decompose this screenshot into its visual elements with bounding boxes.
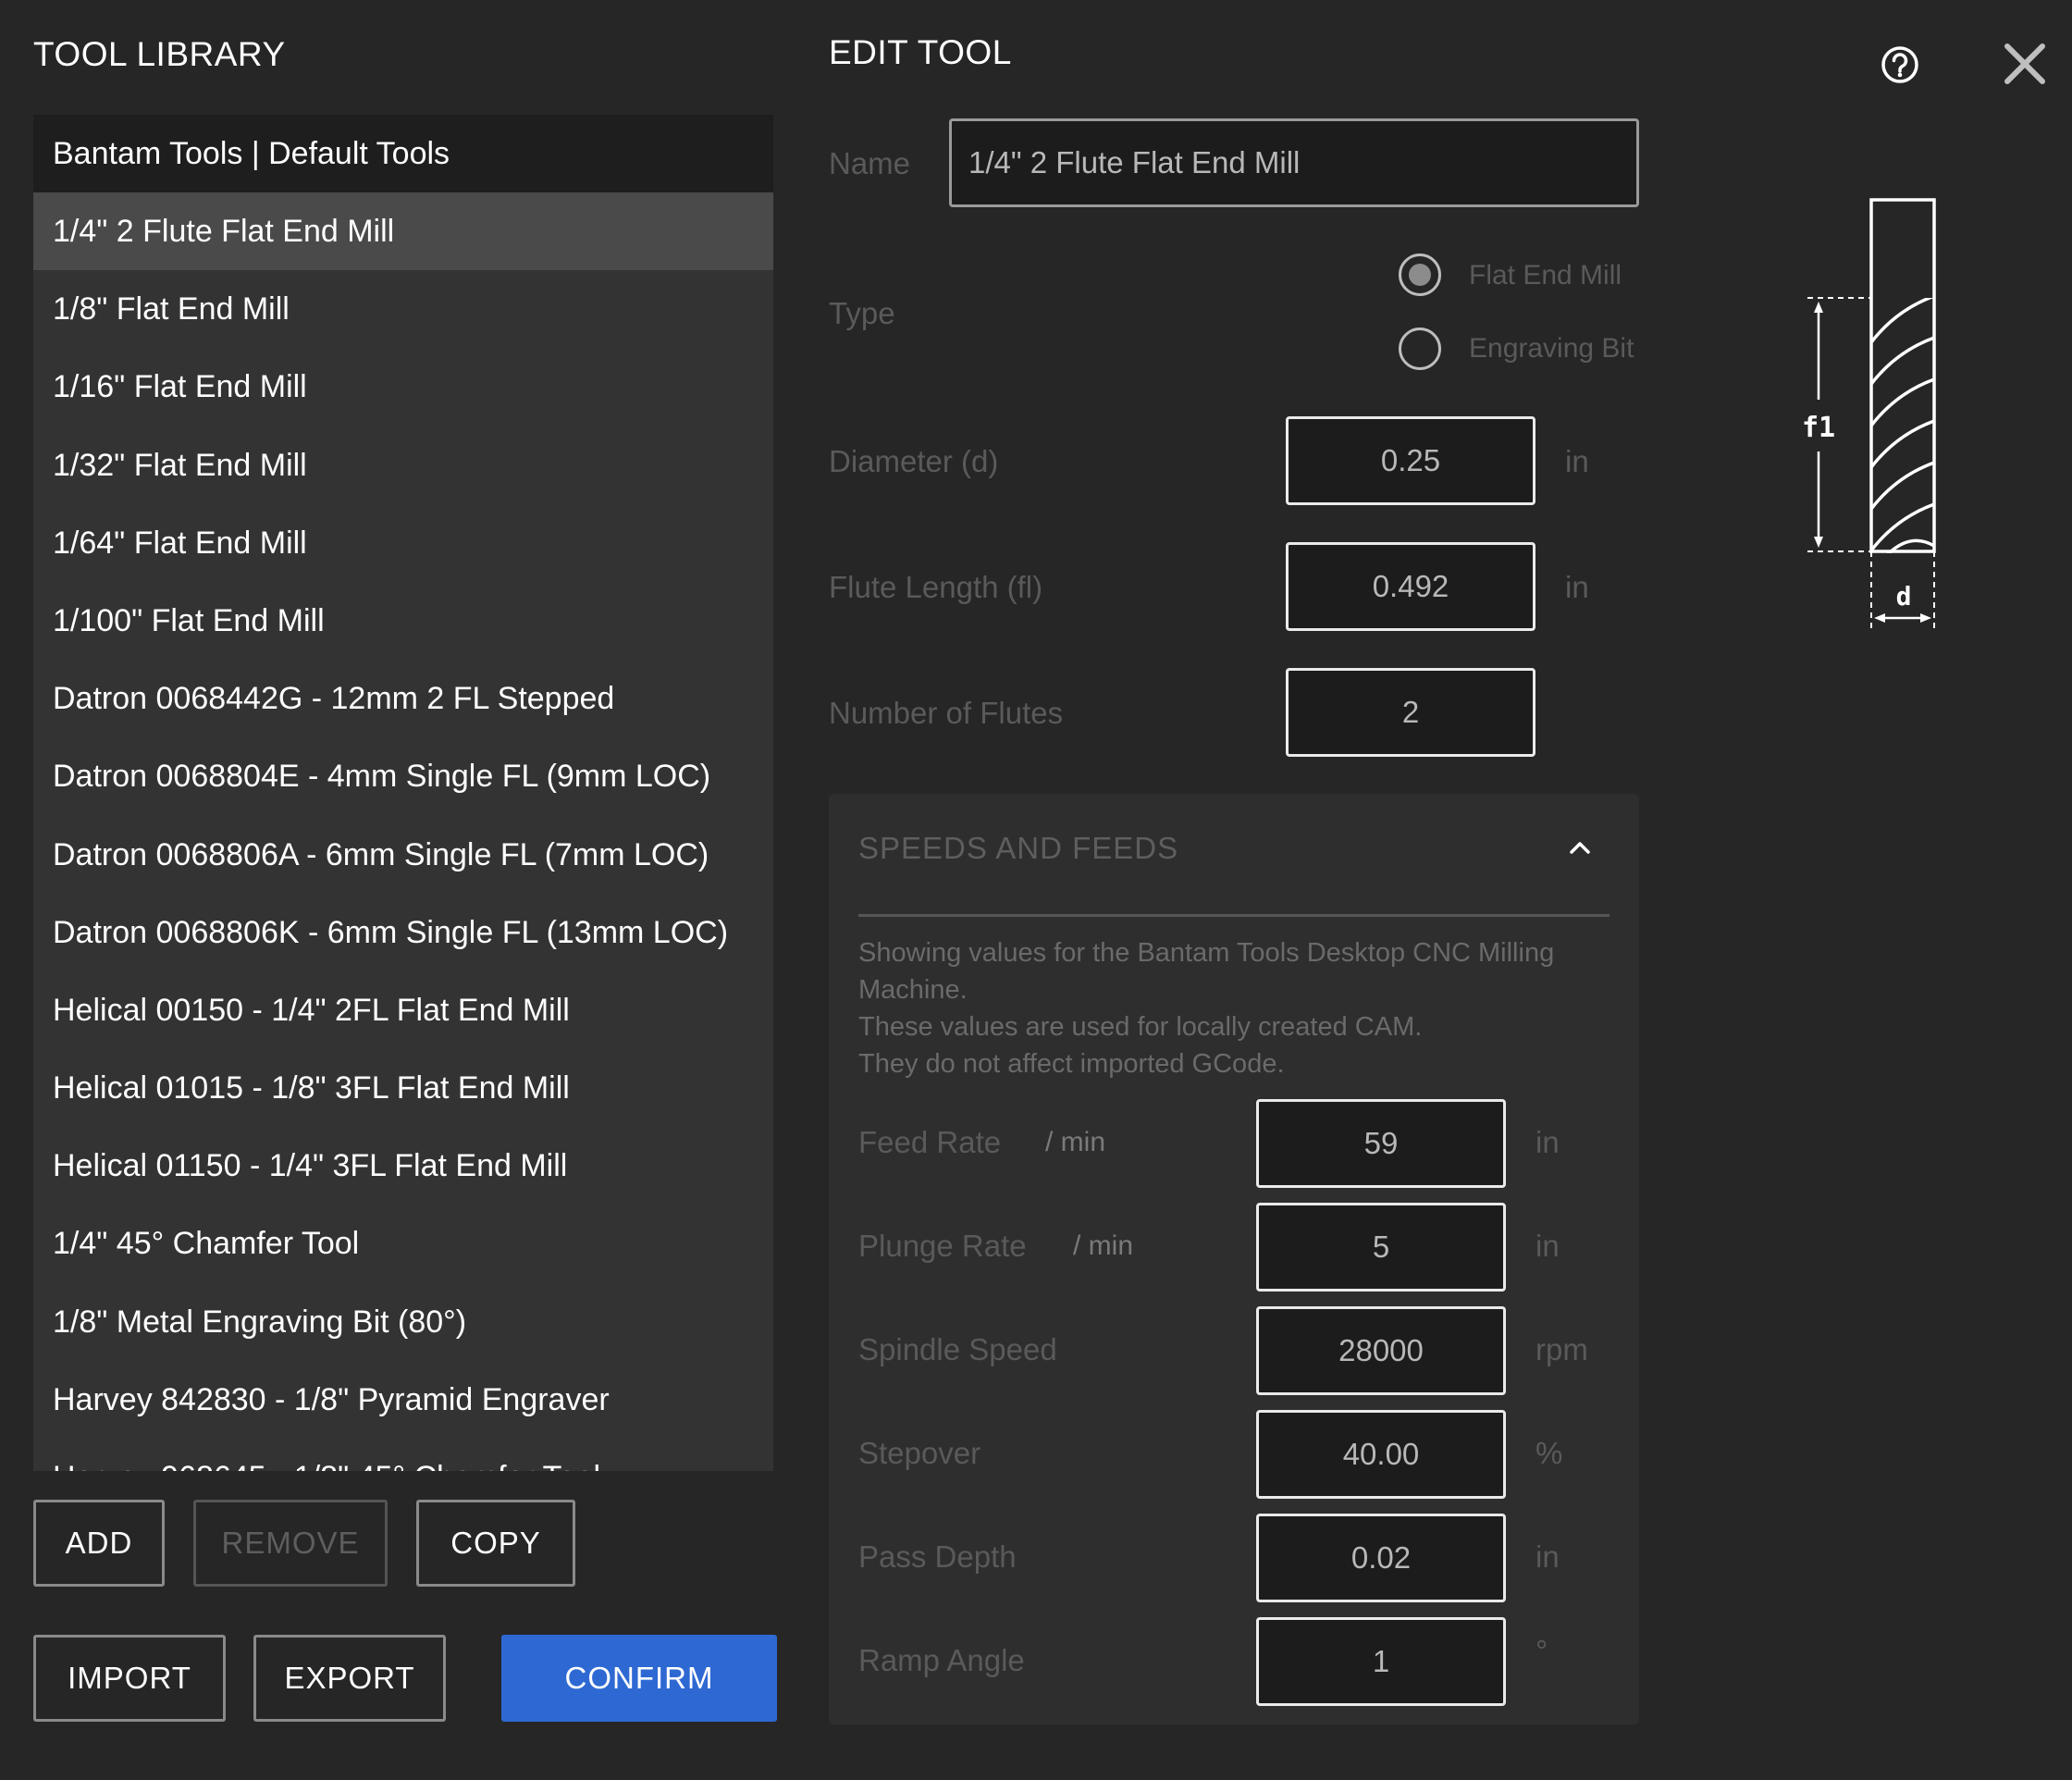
flutes-input[interactable]: 2 — [1286, 668, 1536, 757]
remove-button[interactable]: REMOVE — [193, 1500, 388, 1587]
import-button[interactable]: IMPORT — [33, 1635, 226, 1722]
tool-diagram: f1 d — [1794, 194, 1942, 638]
list-item[interactable]: Datron 0068442G - 12mm 2 FL Stepped — [33, 660, 773, 737]
tool-list-header: Bantam Tools | Default Tools — [33, 115, 773, 192]
plunge-rate-input[interactable]: 5 — [1256, 1203, 1506, 1292]
list-item[interactable]: 1/4" 45° Chamfer Tool — [33, 1205, 773, 1282]
flutes-label: Number of Flutes — [829, 696, 1064, 730]
list-item[interactable]: Datron 0068806A - 6mm Single FL (7mm LOC… — [33, 816, 773, 894]
divider — [858, 914, 1610, 917]
flute-length-input[interactable]: 0.492 — [1286, 542, 1536, 631]
speeds-and-feeds-panel: SPEEDS AND FEEDS Showing values for the … — [829, 794, 1639, 1724]
list-item[interactable]: 1/8" Metal Engraving Bit (80°) — [33, 1283, 773, 1361]
speeds-description: Showing values for the Bantam Tools Desk… — [858, 934, 1598, 1082]
ramp-angle-unit: ° — [1536, 1634, 1548, 1668]
list-item[interactable]: 1/32" Flat End Mill — [33, 426, 773, 504]
stepover-label: Stepover — [858, 1436, 981, 1470]
feed-rate-label: Feed Rate — [858, 1125, 1002, 1159]
flute-length-label: Flute Length (fl) — [829, 570, 1043, 604]
feed-rate-unit: in — [1536, 1125, 1560, 1159]
spindle-speed-unit: rpm — [1536, 1332, 1588, 1366]
plunge-rate-unit: in — [1536, 1229, 1560, 1263]
stepover-unit: % — [1536, 1436, 1563, 1470]
tool-list[interactable]: Bantam Tools | Default Tools 1/4" 2 Flut… — [33, 115, 773, 1471]
pass-depth-input[interactable]: 0.02 — [1256, 1514, 1506, 1602]
feed-rate-input[interactable]: 59 — [1256, 1099, 1506, 1188]
radio-label-flat-end-mill: Flat End Mill — [1469, 260, 1622, 290]
spindle-speed-input[interactable]: 28000 — [1256, 1306, 1506, 1395]
spindle-speed-label: Spindle Speed — [858, 1332, 1057, 1366]
close-icon[interactable] — [2002, 41, 2048, 87]
list-item[interactable]: Datron 0068806K - 6mm Single FL (13mm LO… — [33, 894, 773, 971]
radio-engraving-bit[interactable] — [1399, 328, 1441, 370]
edit-tool-title: EDIT TOOL — [829, 33, 1012, 71]
radio-label-engraving-bit: Engraving Bit — [1469, 333, 1634, 364]
pass-depth-unit: in — [1536, 1539, 1560, 1574]
diameter-label: Diameter (d) — [829, 444, 999, 478]
list-item[interactable]: Datron 0068804E - 4mm Single FL (9mm LOC… — [33, 737, 773, 815]
list-item[interactable]: 1/64" Flat End Mill — [33, 504, 773, 582]
list-item[interactable]: Helical 01015 - 1/8" 3FL Flat End Mill — [33, 1049, 773, 1127]
list-item[interactable]: 1/8" Flat End Mill — [33, 270, 773, 348]
confirm-button[interactable]: CONFIRM — [501, 1635, 777, 1722]
diameter-unit: in — [1565, 444, 1589, 478]
plunge-rate-label: Plunge Rate — [858, 1229, 1027, 1263]
add-button[interactable]: ADD — [33, 1500, 165, 1587]
copy-button[interactable]: COPY — [416, 1500, 575, 1587]
list-item[interactable]: 1/16" Flat End Mill — [33, 348, 773, 426]
feed-rate-sub-unit: / min — [1045, 1127, 1106, 1157]
ramp-angle-label: Ramp Angle — [858, 1643, 1025, 1677]
list-item[interactable]: 1/4" 2 Flute Flat End Mill — [33, 192, 773, 271]
list-item[interactable]: Harvey 842830 - 1/8" Pyramid Engraver — [33, 1361, 773, 1439]
speeds-description-line: Machine. — [858, 975, 968, 1005]
pass-depth-label: Pass Depth — [858, 1539, 1017, 1574]
type-label: Type — [829, 296, 895, 330]
diagram-f1-label: f1 — [1802, 412, 1835, 444]
stepover-input[interactable]: 40.00 — [1256, 1410, 1506, 1499]
export-button[interactable]: EXPORT — [253, 1635, 446, 1722]
tool-library-title: TOOL LIBRARY — [33, 35, 286, 73]
diagram-d-label: d — [1896, 581, 1912, 612]
list-item[interactable]: Helical 00150 - 1/4" 2FL Flat End Mill — [33, 971, 773, 1049]
list-item[interactable]: 1/100" Flat End Mill — [33, 582, 773, 660]
list-item[interactable]: Helical 01150 - 1/4" 3FL Flat End Mill — [33, 1127, 773, 1205]
list-item[interactable]: Harvey 968645 - 1/8" 45° Chamfer Tool — [33, 1439, 773, 1471]
speeds-description-line: These values are used for locally create… — [858, 1012, 1423, 1042]
chevron-up-icon[interactable] — [1567, 834, 1593, 860]
diameter-input[interactable]: 0.25 — [1286, 416, 1536, 505]
name-label: Name — [829, 146, 911, 180]
flute-length-unit: in — [1565, 570, 1589, 604]
radio-flat-end-mill[interactable] — [1399, 253, 1441, 296]
speeds-description-line: Showing values for the Bantam Tools Desk… — [858, 938, 1555, 968]
plunge-rate-sub-unit: / min — [1073, 1230, 1134, 1261]
help-icon[interactable] — [1880, 44, 1920, 85]
speeds-description-line: They do not affect imported GCode. — [858, 1049, 1285, 1079]
speeds-and-feeds-title: SPEEDS AND FEEDS — [858, 831, 1179, 865]
name-input[interactable]: 1/4" 2 Flute Flat End Mill — [949, 118, 1639, 207]
ramp-angle-input[interactable]: 1 — [1256, 1617, 1506, 1706]
